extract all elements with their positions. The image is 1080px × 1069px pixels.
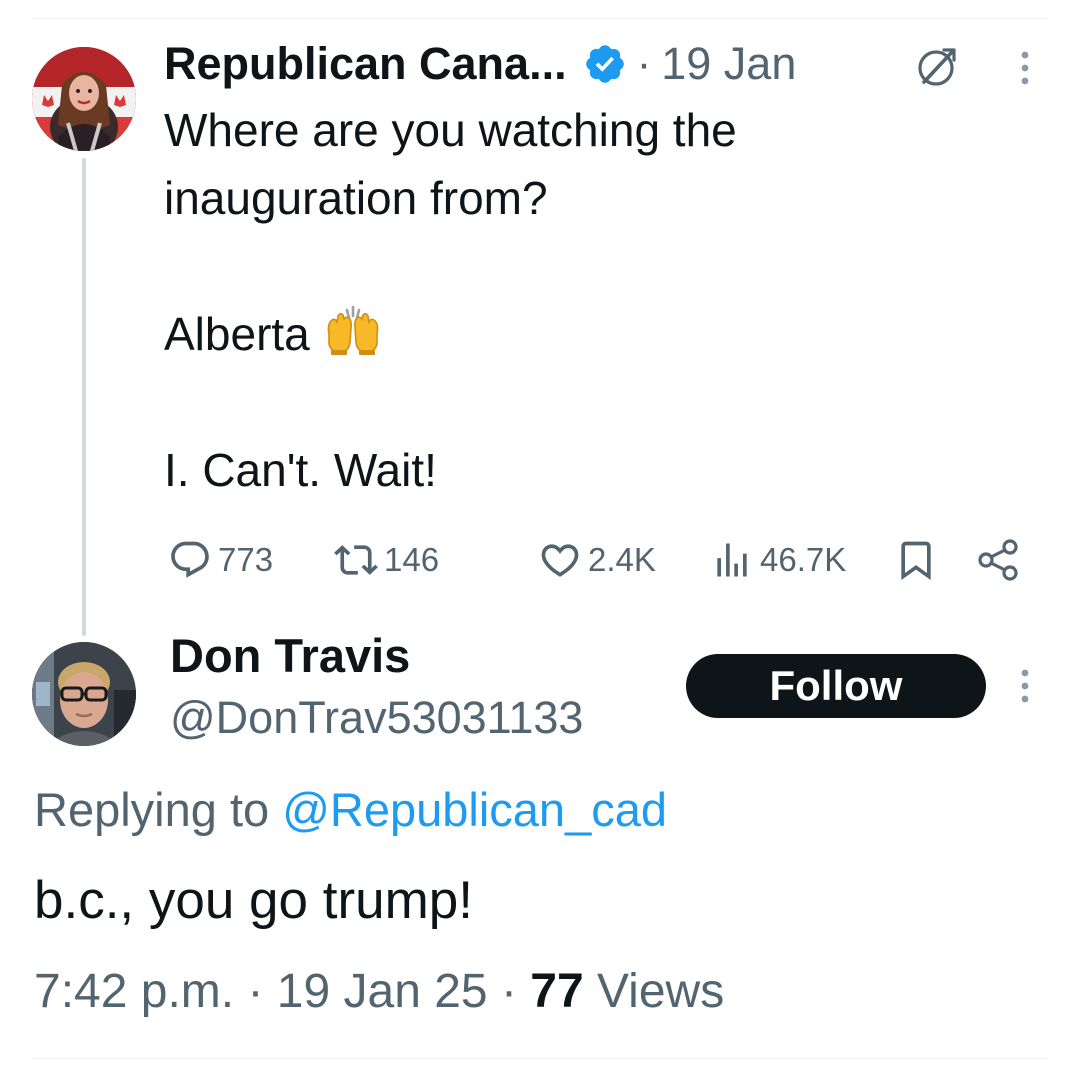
tweet-text-blank-line [164,232,964,300]
reply-views-count: 77 [530,965,584,1018]
reply-count: 773 [218,541,274,578]
avatar-photo [32,47,136,151]
bottom-divider [32,1058,1048,1059]
reply-author-display-name[interactable]: Don Travis [170,628,410,683]
more-options-icon[interactable] [1010,48,1040,88]
more-options-icon[interactable] [1010,666,1040,706]
separator-dot: · [636,39,652,88]
reply-author-handle[interactable]: @DonTrav53031133 [170,692,583,744]
tweet-text-line: Where are you watching the [164,104,737,156]
author-avatar[interactable] [32,47,136,151]
tweet-text-line: I. Can't. Wait! [164,444,437,496]
tweet-action-bar: 773 146 2.4K 46.7K [164,530,1024,590]
repost-count: 146 [384,541,440,578]
reply-meta-line: 7:42 p.m. · 19 Jan 25 · 77 Views [34,964,724,1019]
reply-author-avatar[interactable] [32,642,136,746]
bookmark-button[interactable] [894,530,938,590]
share-button[interactable] [976,530,1022,590]
tweet-header: Republican Cana... · 19 Jan [164,34,796,94]
separator-dot: · [500,965,517,1018]
follow-button[interactable]: Follow [686,654,986,718]
verified-badge-icon [583,42,627,86]
share-icon [978,539,1018,581]
repost-icon [334,545,378,575]
tweet-text-line: inauguration from? [164,172,548,224]
heart-icon [541,544,579,577]
views-count: 46.7K [760,541,847,578]
separator-dot: · [247,965,264,1018]
tweet-text: Where are you watching the inauguration … [164,96,964,504]
like-count: 2.4K [588,541,656,578]
bookmark-icon [901,541,931,581]
reply-date[interactable]: 19 Jan 25 [277,965,488,1018]
author-display-name[interactable]: Republican Cana... [164,38,567,90]
replying-to-prefix: Replying to [34,783,283,836]
tweet-text-blank-line [164,368,964,436]
grok-icon[interactable] [914,44,960,90]
like-button[interactable]: 2.4K [538,530,656,590]
tweet-text-line: Alberta [164,308,310,360]
reply-text: b.c., you go trump! [34,871,473,930]
replying-to-mention-link[interactable]: @Republican_cad [282,783,667,836]
reply-button[interactable]: 773 [168,530,273,590]
repost-button[interactable]: 146 [334,530,439,590]
top-divider [32,18,1048,19]
reply-icon [171,541,209,578]
tweet-text-line-with-emoji: Alberta [164,300,964,368]
reply-views-label: Views [597,965,725,1018]
reply-time[interactable]: 7:42 p.m. [34,965,234,1018]
thread-connector-line [82,158,86,636]
raising-hands-emoji-icon [323,304,383,356]
tweet-date[interactable]: 19 Jan [661,38,796,90]
views-button[interactable]: 46.7K [710,530,846,590]
avatar-photo [32,642,136,746]
replying-to-line: Replying to @Republican_cad [34,782,667,837]
analytics-icon [717,543,747,577]
